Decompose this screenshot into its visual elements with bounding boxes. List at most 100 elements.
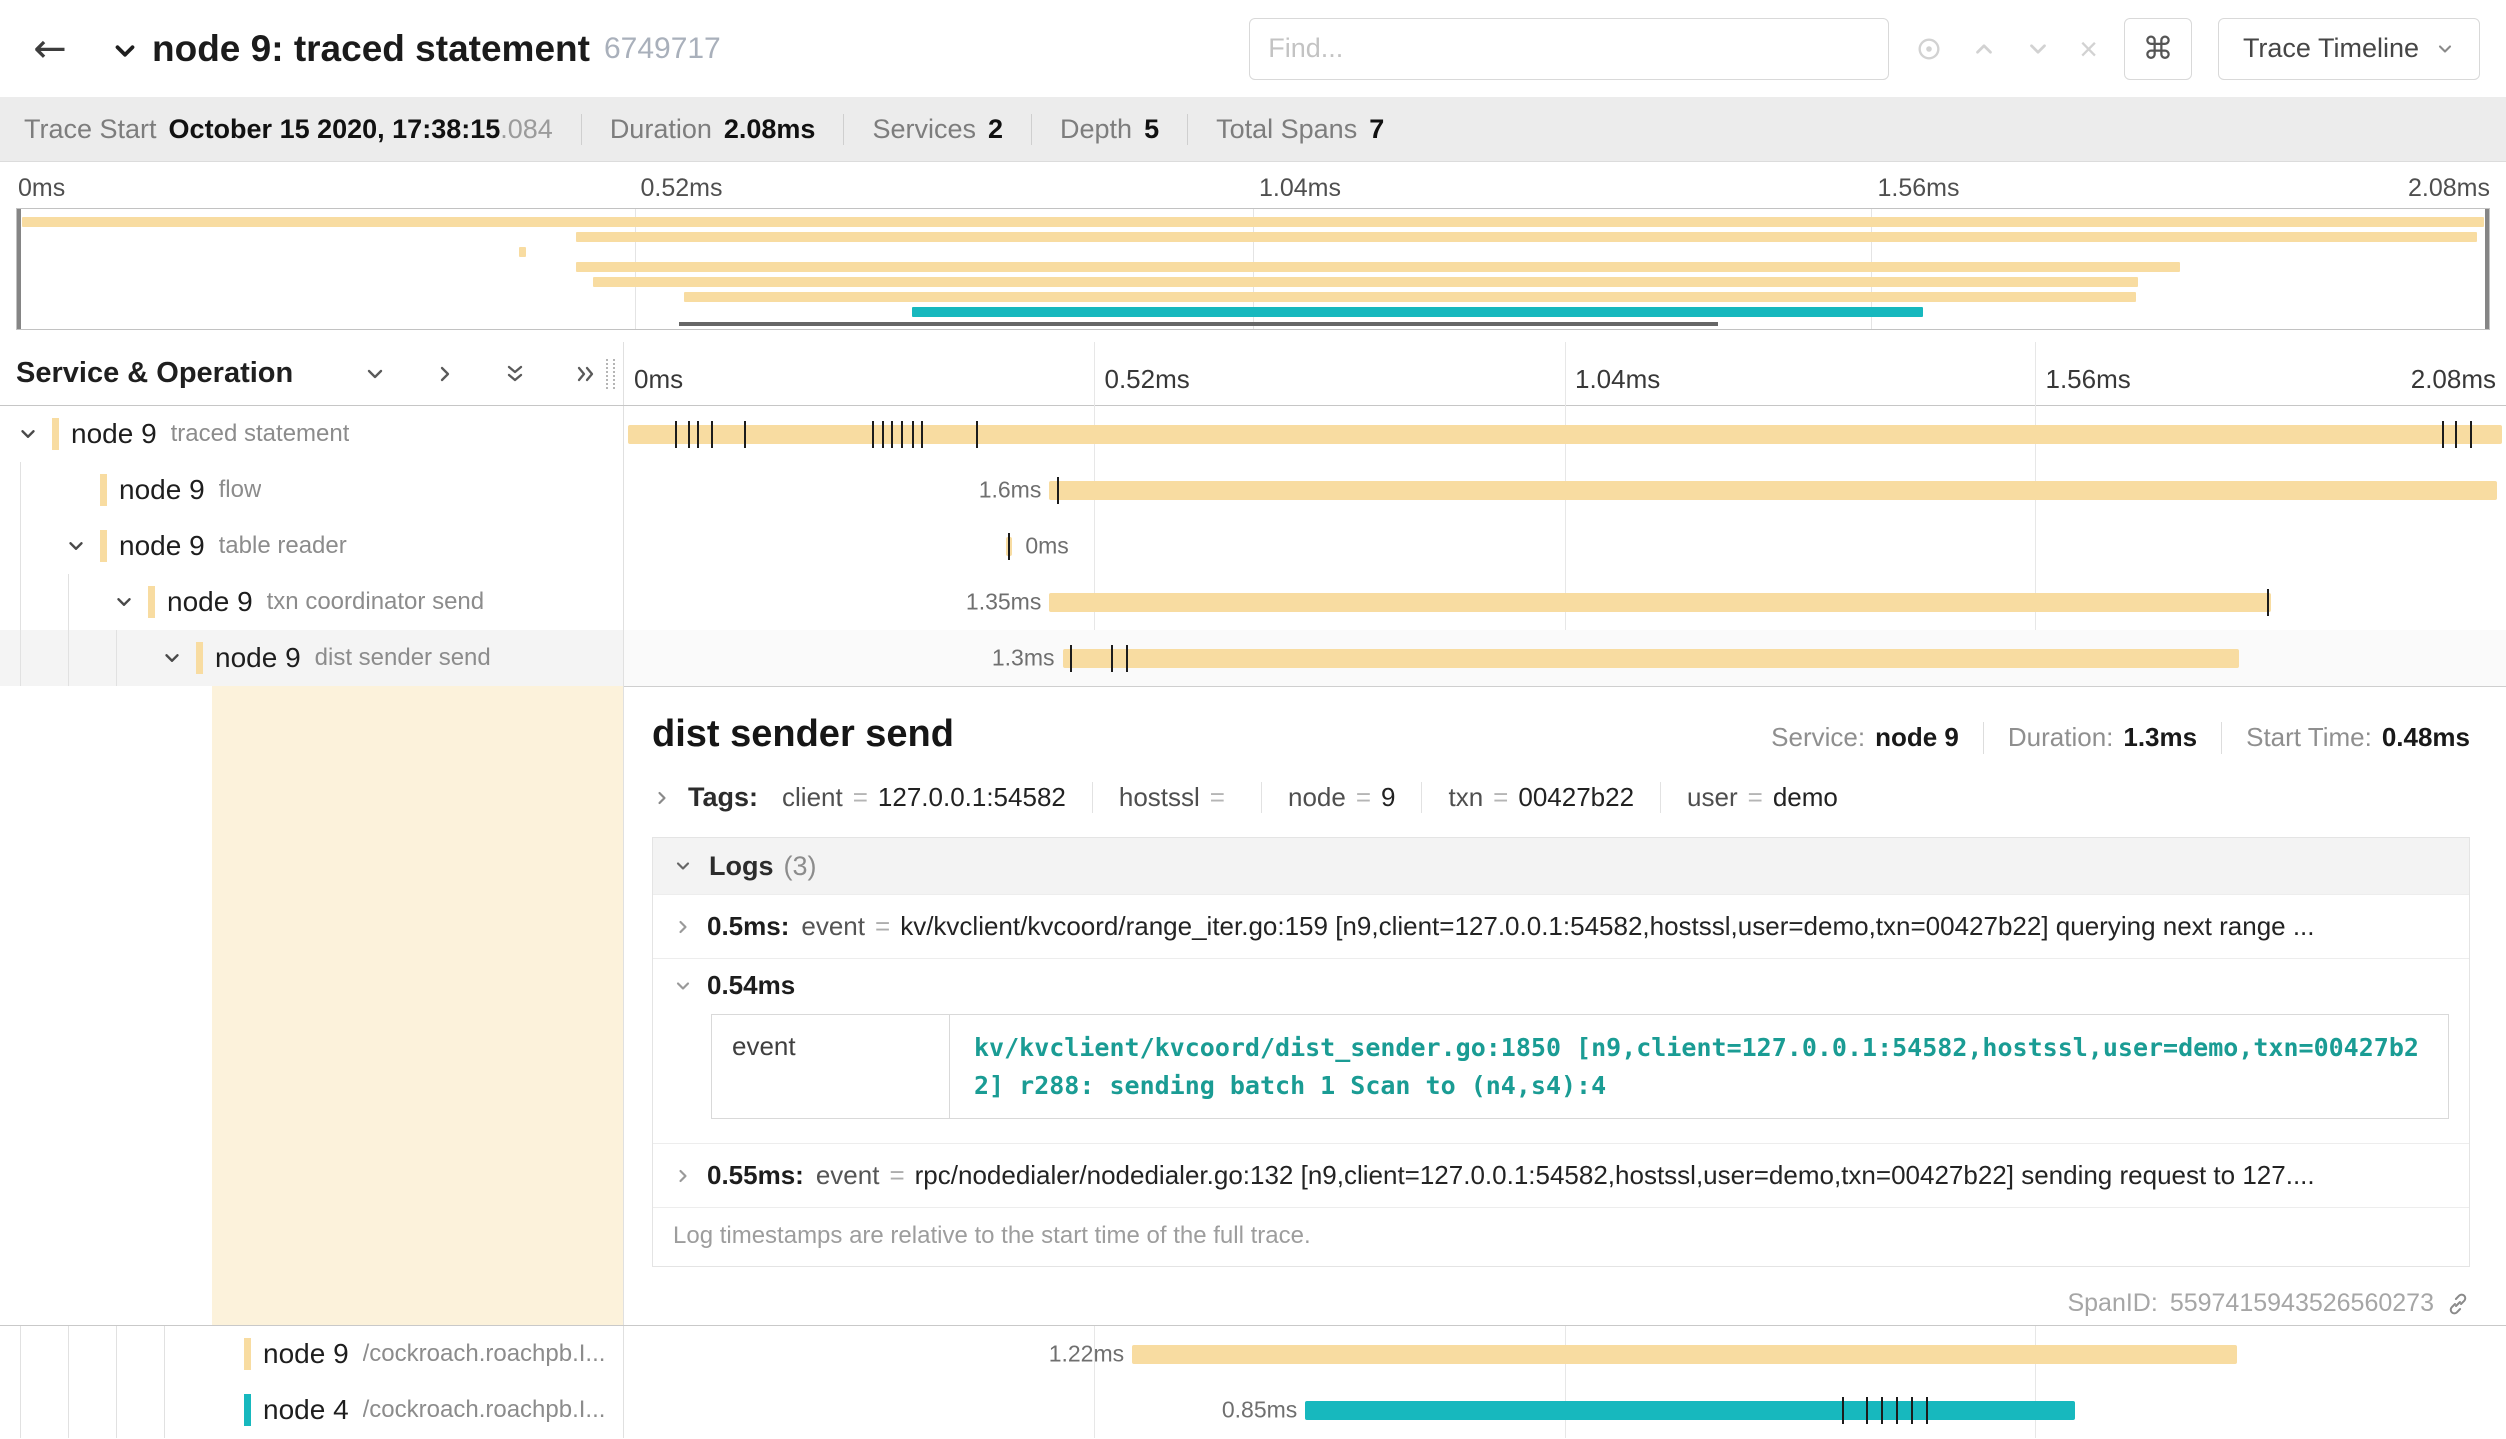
next-result-icon[interactable] [2025,36,2051,62]
chevron-down-icon[interactable] [102,591,146,613]
span-bar[interactable] [1049,593,2270,612]
collapse-header-chevron-icon[interactable] [110,36,140,66]
minimap-span-bar [519,247,526,257]
view-selector-label: Trace Timeline [2243,33,2419,64]
span-detail-panel: dist sender send Service: node 9 Duratio… [624,686,2506,1325]
timeline-header: Service & Operation [0,342,2506,406]
span-color-swatch [196,642,203,674]
span-track[interactable]: 1.3ms [624,630,2506,686]
tag-item: user=demo [1660,782,1838,813]
chevron-down-icon[interactable] [150,647,194,669]
chevron-down-icon[interactable] [6,423,50,445]
tag-item: txn=00427b22 [1421,782,1634,813]
collapse-all-icon[interactable] [503,362,527,386]
keyboard-shortcuts-button[interactable]: ⌘ [2124,18,2192,80]
total-spans-item: Total Spans 7 [1187,114,1412,145]
trace-timeline-page: ← node 9: traced statement 6749717 × ⌘ T… [0,0,2506,1439]
service-name: node 9 [215,642,301,674]
span-name-cell[interactable]: node 4 /cockroach.roachpb.I... [0,1382,624,1438]
logs-header[interactable]: Logs (3) [653,838,2469,894]
span-track[interactable]: 0ms [624,518,2506,574]
minimap-span-bar [22,217,2484,227]
find-input[interactable] [1249,18,1889,80]
minimap-span-bar [912,307,1923,317]
span-track[interactable]: 0.85ms [624,1382,2506,1438]
logs-section: Logs (3) 0.5ms: event = kv/kvclient/kvco… [652,837,2470,1267]
span-track[interactable] [624,406,2506,462]
service-operation-header: Service & Operation [0,342,624,405]
span-duration-label: 0ms [1017,533,1076,560]
minimap-span-bar [593,277,2138,287]
service-name: node 4 [263,1394,349,1426]
span-name-cell[interactable]: node 9 table reader [0,518,624,574]
tags-label: Tags: [688,782,758,813]
span-row: node 9 /cockroach.roachpb.I... 1.22ms [0,1326,2506,1382]
trace-start-item: Trace Start October 15 2020, 17:38:15.08… [24,114,581,145]
chevron-down-icon [2435,39,2455,59]
trace-id: 6749717 [604,32,721,66]
log-entry-collapsed[interactable]: 0.5ms: event = kv/kvclient/kvcoord/range… [653,894,2469,958]
tag-item: client=127.0.0.1:54582 [782,782,1066,813]
span-duration-label: 1.6ms [971,477,1050,504]
span-track[interactable]: 1.6ms [624,462,2506,518]
trace-start-value: October 15 2020, 17:38:15 [169,114,501,144]
service-name: node 9 [119,474,205,506]
operation-name: table reader [219,532,347,560]
span-bar[interactable] [1305,1401,2075,1420]
span-duration-label: 1.22ms [1041,1341,1132,1368]
top-bar: ← node 9: traced statement 6749717 × ⌘ T… [0,0,2506,98]
timeline-view: Service & Operation [0,342,2506,1438]
span-bar[interactable] [1006,537,1012,556]
span-row: node 9 txn coordinator send 1.35ms [0,574,2506,630]
minimap-canvas[interactable] [16,208,2490,330]
previous-result-icon[interactable] [1971,36,1997,62]
span-bar[interactable] [1132,1345,2237,1364]
span-name-cell[interactable]: node 9 txn coordinator send [0,574,624,630]
log-value: kv/kvclient/kvcoord/range_iter.go:159 [n… [900,911,2314,942]
collapse-one-icon[interactable] [363,362,387,386]
span-name-cell[interactable]: node 9 traced statement [0,406,624,462]
span-name-cell[interactable]: node 9 flow [0,462,624,518]
span-name-cell[interactable]: node 9 /cockroach.roachpb.I... [0,1326,624,1382]
chevron-right-icon [673,917,693,937]
span-bar[interactable] [1049,481,2496,500]
chevron-down-icon[interactable] [54,535,98,557]
clear-search-icon[interactable]: × [2079,33,2098,65]
locate-icon[interactable] [1915,35,1943,63]
link-icon[interactable] [2446,1292,2470,1316]
page-title: node 9: traced statement [152,28,590,70]
logs-count: (3) [784,851,817,882]
span-row: node 4 /cockroach.roachpb.I... 0.85ms [0,1382,2506,1438]
span-track[interactable]: 1.35ms [624,574,2506,630]
span-row-selected: node 9 dist sender send 1.3ms [0,630,2506,686]
depth-item: Depth 5 [1031,114,1187,145]
span-color-swatch [100,530,107,562]
trace-start-label: Trace Start [24,114,157,145]
span-detail-title: dist sender send [652,713,954,756]
chevron-right-icon[interactable] [652,788,672,808]
chevron-right-icon [673,1166,693,1186]
span-detail-left-strip [0,686,624,1325]
span-bar[interactable] [628,425,2502,444]
log-field-value: kv/kvclient/kvcoord/dist_sender.go:1850 … [950,1015,2448,1118]
log-entry-collapsed[interactable]: 0.55ms: event = rpc/nodedialer/nodediale… [653,1143,2469,1207]
tags-row[interactable]: Tags: client=127.0.0.1:54582 hostssl= no… [652,782,2470,813]
back-button[interactable]: ← [18,26,82,72]
chevron-down-icon [673,976,693,996]
expand-all-icon[interactable] [573,362,597,386]
log-key: event [801,911,865,942]
minimap-span-bar [684,292,2135,302]
log-field-name: event [712,1015,950,1118]
expand-one-icon[interactable] [433,362,457,386]
minimap-focus-bar [679,322,1717,326]
panel-resize-handle[interactable] [606,359,615,389]
view-selector-button[interactable]: Trace Timeline [2218,18,2480,80]
chevron-down-icon [673,856,693,876]
span-bar[interactable] [1063,649,2239,668]
span-track[interactable]: 1.22ms [624,1326,2506,1382]
log-entry-expanded-header[interactable]: 0.54ms [653,958,2469,1012]
span-row: node 9 table reader 0ms [0,518,2506,574]
operation-name: flow [219,476,262,504]
duration-item: Duration 2.08ms [581,114,844,145]
span-name-cell[interactable]: node 9 dist sender send [0,630,624,686]
